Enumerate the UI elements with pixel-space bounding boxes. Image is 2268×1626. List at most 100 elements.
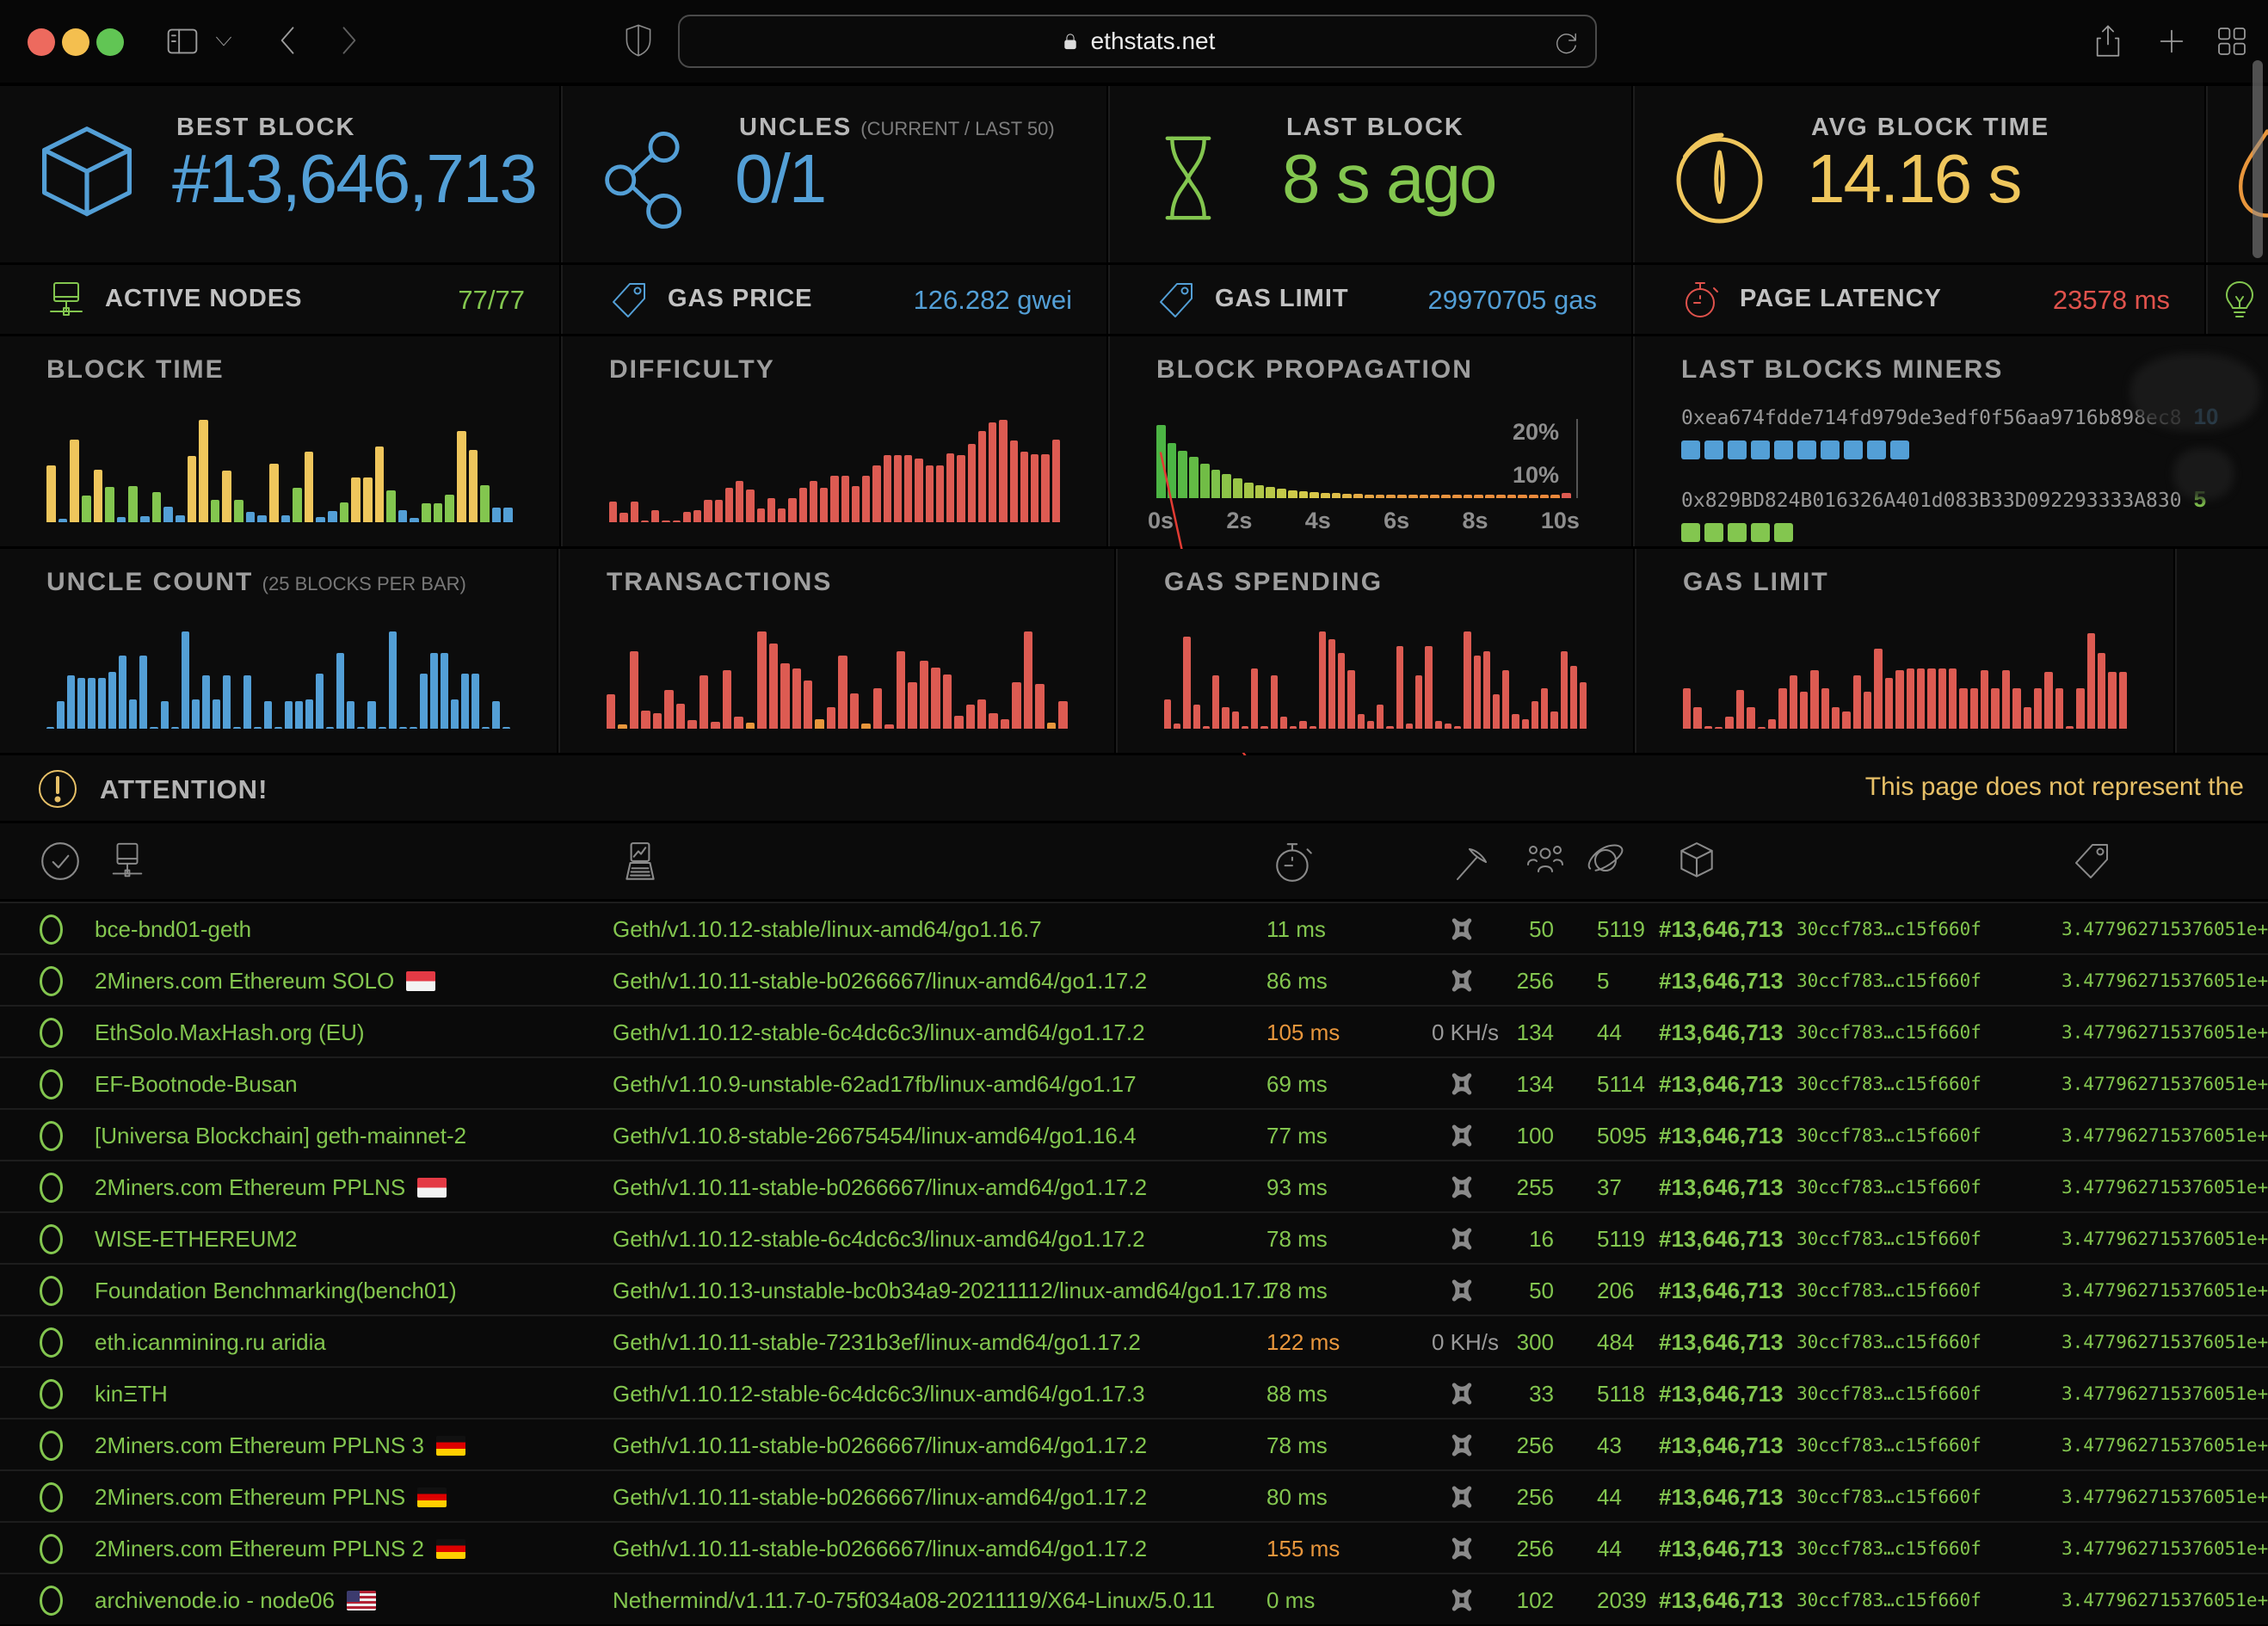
- node-column-icon[interactable]: [107, 839, 148, 884]
- difficulty-column-icon[interactable]: [2070, 839, 2113, 884]
- pending-column-icon[interactable]: [1581, 839, 1630, 882]
- table-row[interactable]: 2Miners.com Ethereum SOLOGeth/v1.10.11-s…: [0, 953, 2268, 1005]
- node-block-hash: 30ccf783…c15f660f: [1797, 1213, 1981, 1265]
- bar: [1367, 721, 1374, 729]
- peers-column-icon[interactable]: [1521, 839, 1569, 882]
- sidebar-toggle-icon[interactable]: [162, 21, 203, 62]
- bar: [989, 713, 997, 729]
- node-total-difficulty: 3.477962715376051e+2: [2062, 1574, 2268, 1626]
- block-time-chart: [46, 419, 513, 522]
- node-name: 2Miners.com Ethereum PPLNS: [95, 1161, 447, 1213]
- bar: [305, 699, 313, 729]
- bar: [1485, 495, 1495, 498]
- gas-limit-chart: [1683, 631, 2127, 729]
- miner-block-squares: [1681, 440, 2234, 459]
- bar: [199, 420, 208, 522]
- bar: [715, 500, 723, 522]
- bar: [1895, 670, 1903, 729]
- status-check-circle-icon[interactable]: [38, 839, 83, 884]
- table-row[interactable]: 2Miners.com Ethereum PPLNSGeth/v1.10.11-…: [0, 1469, 2268, 1521]
- bar: [1024, 631, 1032, 729]
- table-row[interactable]: Foundation Benchmarking(bench01)Geth/v1.…: [0, 1263, 2268, 1315]
- bar: [850, 693, 859, 729]
- bar: [1010, 440, 1018, 522]
- block-column-icon[interactable]: [1674, 839, 1719, 887]
- bar: [1981, 670, 1988, 729]
- table-row[interactable]: EF-Bootnode-BusanGeth/v1.10.9-unstable-6…: [0, 1056, 2268, 1108]
- bar: [1271, 675, 1278, 729]
- node-status-cell: [40, 1316, 63, 1368]
- bar: [246, 512, 256, 522]
- share-button[interactable]: [2089, 21, 2127, 62]
- node-client-version: Geth/v1.10.12-stable-6c4dc6c3/linux-amd6…: [613, 1007, 1145, 1058]
- bar: [70, 440, 79, 522]
- minimize-window-button[interactable]: [62, 28, 89, 56]
- back-button[interactable]: [268, 21, 308, 60]
- reload-button[interactable]: [1552, 28, 1581, 57]
- node-client-version: Geth/v1.10.12-stable/linux-amd64/go1.16.…: [613, 903, 1042, 955]
- table-row[interactable]: kinΞTHGeth/v1.10.12-stable-6c4dc6c3/linu…: [0, 1366, 2268, 1418]
- scrollbar-thumb[interactable]: [2253, 60, 2263, 258]
- bar: [46, 727, 54, 729]
- bar: [152, 492, 162, 522]
- forward-button[interactable]: [329, 21, 368, 60]
- flag-us-icon: [347, 1591, 376, 1611]
- bar: [1290, 726, 1297, 729]
- node-status-cell: [40, 1265, 63, 1316]
- miner-entry[interactable]: 0x829BD824B016326A401d083B33D092293333A8…: [1681, 486, 2234, 542]
- table-row[interactable]: eth.icanmining.ru aridiaGeth/v1.10.11-st…: [0, 1315, 2268, 1366]
- table-row[interactable]: WISE-ETHEREUM2Geth/v1.10.12-stable-6c4dc…: [0, 1211, 2268, 1263]
- node-peers: 256: [1463, 1420, 1554, 1471]
- table-row[interactable]: bce-bnd01-gethGeth/v1.10.12-stable/linux…: [0, 902, 2268, 953]
- best-block-label: BEST BLOCK: [176, 114, 356, 142]
- transactions-chart-panel: TRANSACTIONS: [558, 549, 1114, 753]
- bar: [1529, 495, 1538, 498]
- node-pending: 5114: [1597, 1058, 1645, 1110]
- table-row[interactable]: archivenode.io - node06Nethermind/v1.11.…: [0, 1573, 2268, 1624]
- mining-column-icon[interactable]: [1451, 839, 1494, 887]
- price-tag-icon: [607, 279, 650, 322]
- bar: [1550, 711, 1557, 729]
- transactions-title: TRANSACTIONS: [607, 568, 832, 597]
- table-row[interactable]: 2Miners.com Ethereum PPLNSGeth/v1.10.11-…: [0, 1160, 2268, 1211]
- bar: [641, 711, 650, 729]
- bar: [1222, 707, 1229, 729]
- node-status-icon: [40, 1586, 63, 1616]
- table-row[interactable]: [Universa Blockchain] geth-mainnet-2Geth…: [0, 1108, 2268, 1160]
- bar: [430, 653, 438, 729]
- table-row[interactable]: 2Miners.com Ethereum PPLNS 3Geth/v1.10.1…: [0, 1418, 2268, 1469]
- bar: [1512, 714, 1519, 729]
- chevron-down-icon[interactable]: [213, 33, 234, 50]
- node-latency: 122 ms: [1267, 1316, 1340, 1368]
- bar: [1156, 425, 1166, 498]
- difficulty-chart-title: DIFFICULTY: [609, 355, 775, 385]
- close-window-button[interactable]: [28, 28, 55, 56]
- bar: [469, 450, 478, 522]
- bar: [1464, 495, 1473, 498]
- bar: [1483, 651, 1490, 729]
- zoom-window-button[interactable]: [96, 28, 124, 56]
- privacy-shield-icon[interactable]: [621, 21, 656, 60]
- bar: [804, 681, 812, 730]
- node-block-hash: 30ccf783…c15f660f: [1797, 1007, 1981, 1058]
- table-row[interactable]: 2Miners.com Ethereum PPLNS 2Geth/v1.10.1…: [0, 1521, 2268, 1573]
- client-column-icon[interactable]: [618, 839, 663, 887]
- bar: [676, 704, 685, 729]
- latency-column-icon[interactable]: [1272, 839, 1316, 887]
- node-status-cell: [40, 1007, 63, 1058]
- bar: [492, 701, 500, 729]
- stopwatch-icon: [1679, 279, 1723, 322]
- cube-icon: [31, 122, 143, 234]
- bar: [1386, 495, 1396, 498]
- address-bar[interactable]: ethstats.net: [678, 15, 1597, 68]
- tab-overview-button[interactable]: [2213, 21, 2251, 62]
- new-tab-button[interactable]: [2153, 21, 2191, 62]
- bar: [723, 670, 731, 729]
- bar: [367, 701, 375, 729]
- node-status-icon: [40, 1534, 63, 1564]
- table-row[interactable]: EthSolo.MaxHash.org (EU)Geth/v1.10.12-st…: [0, 1005, 2268, 1056]
- bar: [1540, 495, 1550, 498]
- bar: [1277, 489, 1286, 498]
- bar: [897, 651, 905, 729]
- bar: [1376, 495, 1385, 498]
